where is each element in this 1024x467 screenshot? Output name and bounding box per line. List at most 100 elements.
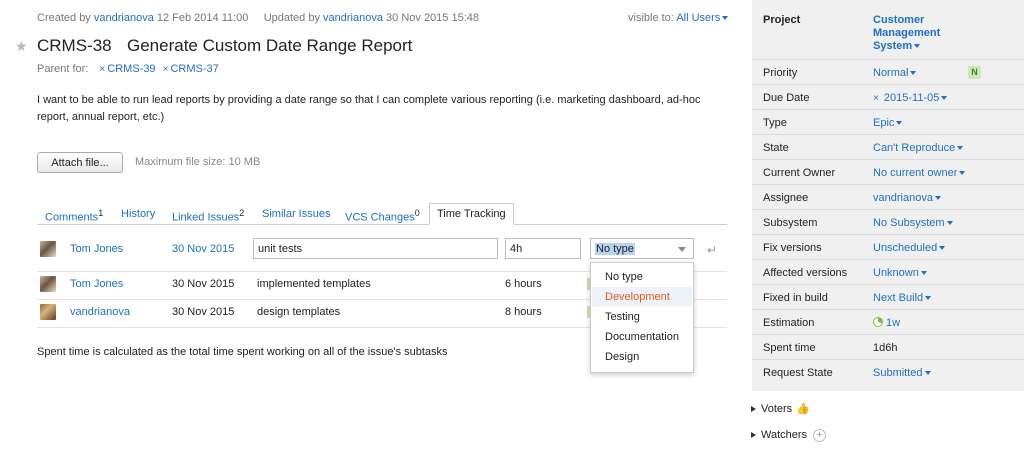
star-icon[interactable]: ★ <box>15 38 28 55</box>
tab-vcs-changes-count: 0 <box>414 208 420 218</box>
field-estimation-value[interactable]: 1w <box>873 317 900 329</box>
field-spent-time: Spent time 1d6h <box>752 335 1024 360</box>
field-value: Unknown <box>873 267 919 279</box>
field-fixed-in-build-value[interactable]: Next Build <box>873 292 932 304</box>
work-item-description: implemented templates <box>257 278 371 290</box>
edit-row-date[interactable]: 30 Nov 2015 <box>172 243 234 255</box>
issue-id: CRMS-38 <box>37 36 112 55</box>
parent-link-2[interactable]: × CRMS-37 <box>163 63 219 75</box>
field-label: Subsystem <box>763 217 818 229</box>
issue-description[interactable]: I want to be able to run lead reports by… <box>37 92 727 126</box>
field-value: Epic <box>873 117 895 129</box>
enter-icon[interactable]: ↵ <box>707 243 717 257</box>
max-file-size: Maximum file size: 10 MB <box>135 156 261 168</box>
field-value: Can't Reproduce <box>873 142 956 154</box>
option-documentation[interactable]: Documentation <box>605 331 679 343</box>
field-affected-versions-value[interactable]: Unknown <box>873 267 927 279</box>
field-label: State <box>763 142 789 154</box>
updated-date: 30 Nov 2015 15:48 <box>386 12 479 24</box>
parent-link-1-label: CRMS-39 <box>107 63 156 75</box>
field-spent-time-value: 1d6h <box>873 342 898 354</box>
tab-comments[interactable]: Comments1 <box>45 208 103 224</box>
field-label: Fixed in build <box>763 292 828 304</box>
tab-time-tracking[interactable]: Time Tracking <box>429 203 514 225</box>
created-user-link[interactable]: vandrianova <box>94 12 154 24</box>
chevron-down-icon <box>920 271 927 276</box>
field-project-value[interactable]: Customer Management System <box>873 14 973 53</box>
thumbs-up-icon[interactable]: 👍 <box>796 403 810 415</box>
option-design[interactable]: Design <box>605 351 639 363</box>
field-subsystem-value[interactable]: No Subsystem <box>873 217 953 229</box>
clear-icon[interactable]: × <box>873 93 879 104</box>
tab-time-tracking-label: Time Tracking <box>437 208 506 220</box>
chevron-down-icon <box>959 171 966 176</box>
parent-label: Parent for: <box>37 63 89 75</box>
tab-linked-issues[interactable]: Linked Issues2 <box>172 208 244 224</box>
visibility-label: visible to: <box>628 12 674 24</box>
field-assignee: Assignee vandrianova <box>752 185 1024 210</box>
work-description-input[interactable] <box>253 238 498 259</box>
watchers-section[interactable]: Watchers + <box>751 429 827 442</box>
add-watcher-icon[interactable]: + <box>813 429 827 442</box>
field-state-value[interactable]: Can't Reproduce <box>873 142 964 154</box>
field-assignee-value[interactable]: vandrianova <box>873 192 941 204</box>
field-label: Current Owner <box>763 167 836 179</box>
field-subsystem: Subsystem No Subsystem <box>752 210 1024 235</box>
issue-tabs: Comments1 History Linked Issues2 Similar… <box>37 203 727 225</box>
field-value: Next Build <box>873 292 924 304</box>
field-label: Project <box>763 14 801 26</box>
field-priority-value[interactable]: Normal <box>873 67 917 79</box>
field-fix-versions: Fix versions Unscheduled <box>752 235 1024 260</box>
work-item-user[interactable]: Tom Jones <box>70 278 123 290</box>
field-type-value[interactable]: Epic <box>873 117 903 129</box>
work-type-value: No type <box>595 243 635 255</box>
field-type: Type Epic <box>752 110 1024 135</box>
field-estimation: Estimation 1w <box>752 310 1024 335</box>
voters-section[interactable]: Voters 👍 <box>751 402 810 415</box>
field-fixed-in-build: Fixed in build Next Build <box>752 285 1024 310</box>
work-item-date: 30 Nov 2015 <box>172 306 235 318</box>
field-request-state-value[interactable]: Submitted <box>873 367 931 379</box>
tab-comments-count: 1 <box>98 208 104 218</box>
chevron-down-icon <box>941 96 948 101</box>
option-development[interactable]: Development <box>605 291 670 303</box>
chevron-down-icon <box>678 247 686 252</box>
work-type-select[interactable]: No type <box>590 238 694 259</box>
tab-linked-issues-count: 2 <box>239 208 245 218</box>
parent-for: Parent for: × CRMS-39 × CRMS-37 <box>37 63 219 75</box>
option-testing[interactable]: Testing <box>605 311 640 323</box>
field-label: Request State <box>763 367 833 379</box>
tab-vcs-changes[interactable]: VCS Changes0 <box>345 208 420 224</box>
field-fix-versions-value[interactable]: Unscheduled <box>873 242 946 254</box>
field-value: Unscheduled <box>873 242 938 254</box>
issue-title[interactable]: Generate Custom Date Range Report <box>127 36 412 56</box>
tab-history[interactable]: History <box>121 208 155 220</box>
visibility-selector[interactable]: All Users <box>676 12 729 24</box>
tab-vcs-changes-label: VCS Changes <box>345 211 415 224</box>
remove-icon[interactable]: × <box>99 64 105 75</box>
field-label: Estimation <box>763 317 815 329</box>
updated-user-link[interactable]: vandrianova <box>323 12 383 24</box>
option-no-type[interactable]: No type <box>605 271 643 283</box>
tab-similar-issues[interactable]: Similar Issues <box>262 208 330 220</box>
chevron-down-icon <box>914 44 921 49</box>
field-label: Priority <box>763 67 798 79</box>
parent-link-1[interactable]: × CRMS-39 <box>99 63 155 75</box>
field-current-owner-value[interactable]: No current owner <box>873 167 966 179</box>
field-due-date-value[interactable]: × 2015-11-05 <box>873 92 948 104</box>
field-current-owner: Current Owner No current owner <box>752 160 1024 185</box>
field-label: Assignee <box>763 192 809 204</box>
field-label: Spent time <box>763 342 816 354</box>
work-item-user[interactable]: vandrianova <box>70 306 130 318</box>
work-time-input[interactable] <box>505 238 581 259</box>
field-priority: Priority Normal N <box>752 60 1024 85</box>
priority-badge: N <box>968 66 981 79</box>
tab-similar-issues-label: Similar Issues <box>262 208 331 220</box>
work-item-time: 8 hours <box>505 306 542 318</box>
edit-row-user[interactable]: Tom Jones <box>70 243 123 255</box>
attach-file-button[interactable]: Attach file... <box>37 152 123 173</box>
remove-icon[interactable]: × <box>163 64 169 75</box>
avatar <box>40 276 56 292</box>
field-value: vandrianova <box>873 192 933 204</box>
tab-history-label: History <box>121 208 156 220</box>
